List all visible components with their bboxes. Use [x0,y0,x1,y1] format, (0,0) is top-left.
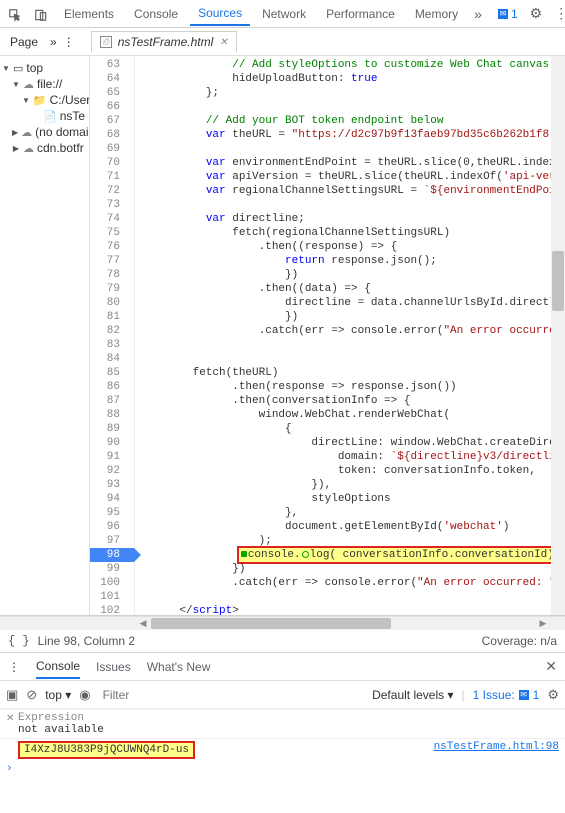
expression-label: Expression [18,712,84,724]
tree-item[interactable]: ▼▭top [2,60,87,76]
sources-subbar: Page » ⋮ ⎙ nsTestFrame.html ✕ [0,28,565,56]
kebab-menu-icon[interactable]: ⋮ [550,5,565,22]
source-link[interactable]: nsTestFrame.html:98 [434,741,559,753]
tab-performance[interactable]: Performance [318,3,403,25]
logged-conversation-id: I4XzJ8U383P9jQCUWNQ4rD-us [18,741,195,759]
close-icon[interactable]: ✕ [6,712,18,725]
cursor-position: Line 98, Column 2 [38,634,135,648]
source-code[interactable]: // Add styleOptions to customize Web Cha… [135,56,551,615]
tree-item[interactable]: ▶☁(no domain) [2,124,87,140]
tree-item[interactable]: 📄nsTe [2,108,87,124]
coverage-status: Coverage: n/a [482,634,557,648]
clear-console-icon[interactable]: ⊘ [26,687,37,703]
expression-value: not available [18,724,104,736]
file-icon: ⎙ [100,36,112,48]
tree-item[interactable]: ▼📁C:/Users [2,92,87,108]
tab-console[interactable]: Console [126,3,186,25]
navigator-page-tab[interactable]: Page [4,31,44,53]
open-file-tab[interactable]: ⎙ nsTestFrame.html ✕ [91,31,237,52]
vertical-scrollbar[interactable] [551,56,565,615]
tab-sources[interactable]: Sources [190,2,250,26]
inspect-icon[interactable] [4,5,26,21]
issues-link[interactable]: 1 Issue: ✉ 1 [473,688,540,702]
navigator-more-icon[interactable]: » [50,35,57,49]
tab-network[interactable]: Network [254,3,314,25]
devtools-main-tabbar: Elements Console Sources Network Perform… [0,0,565,28]
tab-elements[interactable]: Elements [56,3,122,25]
console-filter-input[interactable] [99,686,365,704]
console-sidebar-icon[interactable]: ▣ [6,687,18,703]
message-icon: ✉ [519,690,529,700]
tree-item[interactable]: ▶☁cdn.botfr [2,140,87,156]
file-tab-label: nsTestFrame.html [118,35,214,49]
more-tabs-icon[interactable]: » [470,6,486,22]
kebab-menu-icon[interactable]: ⋮ [8,660,20,674]
console-output: ✕ Expression not available I4XzJ8U383P9j… [0,709,565,777]
console-prompt[interactable]: › [0,761,565,777]
drawer-tabbar: ⋮ Console Issues What's New ✕ [0,653,565,681]
line-gutter[interactable]: 6364656667686970717273747576777879808182… [90,56,135,615]
log-levels-selector[interactable]: Default levels ▾ [372,688,453,702]
tree-item[interactable]: ▼☁file:// [2,76,87,92]
device-toggle-icon[interactable] [30,5,52,21]
message-icon: ✉ [498,9,508,19]
console-settings-gear-icon[interactable]: ⚙ [547,687,559,703]
horizontal-scrollbar[interactable]: ◀ ▶ [0,616,565,630]
drawer-tab-issues[interactable]: Issues [96,656,131,678]
close-icon[interactable]: ✕ [545,658,557,675]
scroll-left-icon[interactable]: ◀ [135,617,151,630]
kebab-menu-icon[interactable]: ⋮ [63,35,75,49]
console-log-row: I4XzJ8U383P9jQCUWNQ4rD-us nsTestFrame.ht… [0,738,565,761]
tab-memory[interactable]: Memory [407,3,466,25]
source-editor[interactable]: 6364656667686970717273747576777879808182… [90,56,565,615]
drawer-tab-whatsnew[interactable]: What's New [147,656,211,678]
close-icon[interactable]: ✕ [219,37,227,48]
editor-status-bar: { } Line 98, Column 2 Coverage: n/a [0,630,565,653]
console-toolbar: ▣ ⊘ top ▾ ◉ Default levels ▾ | 1 Issue: … [0,681,565,709]
scroll-right-icon[interactable]: ▶ [535,617,551,630]
issues-badge[interactable]: ✉ 1 [494,7,522,21]
live-expression-eye-icon[interactable]: ◉ [79,687,90,703]
pretty-print-icon[interactable]: { } [8,634,30,648]
settings-gear-icon[interactable]: ⚙ [526,5,547,22]
file-navigator-tree[interactable]: ▼▭top▼☁file://▼📁C:/Users📄nsTe▶☁(no domai… [0,56,90,615]
live-expression-row[interactable]: ✕ Expression not available [0,709,565,738]
drawer-tab-console[interactable]: Console [36,655,80,679]
context-selector[interactable]: top ▾ [45,688,71,702]
